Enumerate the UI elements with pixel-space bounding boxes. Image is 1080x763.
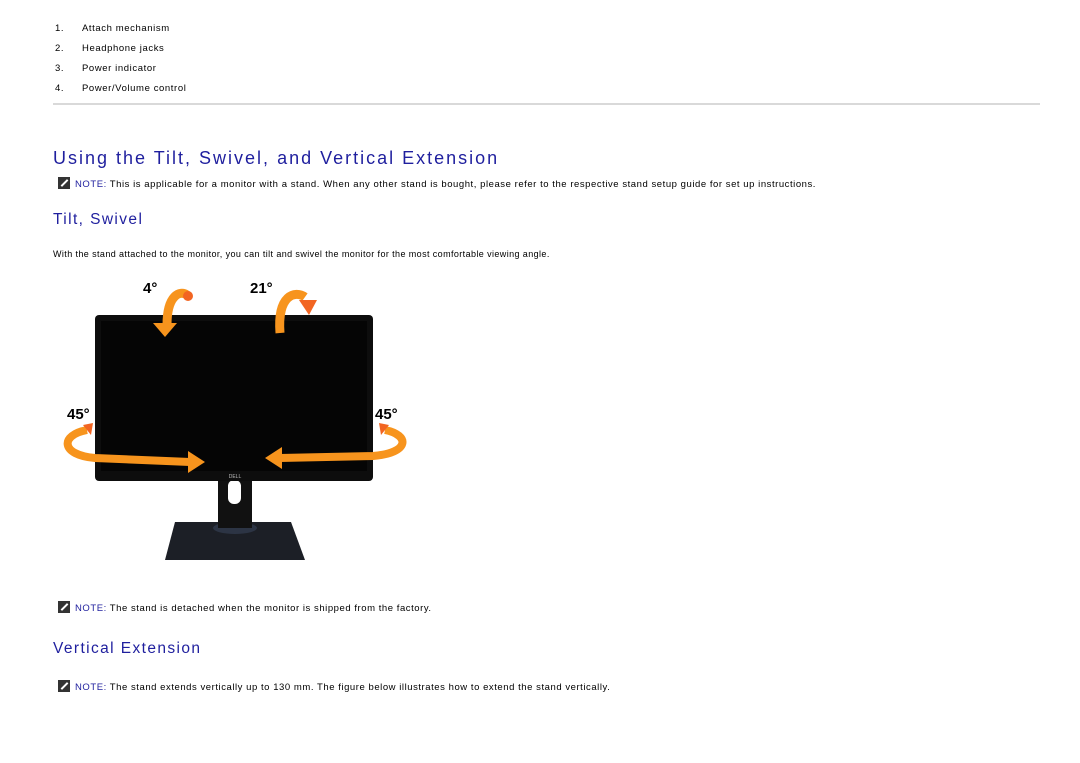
- brand-logo: DELL: [229, 474, 242, 480]
- section-title: Using the Tilt, Swivel, and Vertical Ext…: [53, 148, 500, 168]
- tilt-swivel-figure: DELL 4° 21° 45° 45°: [63, 280, 407, 560]
- cable-hole: [228, 480, 241, 504]
- note-pencil-icon: [58, 601, 70, 613]
- note-vertical-extension: NOTE: The stand extends vertically up to…: [58, 680, 610, 694]
- monitor-screen: [101, 321, 367, 471]
- swivel-left-label: 45°: [67, 406, 90, 423]
- note-pencil-icon: [58, 680, 70, 692]
- list-item: 3. Power indicator: [55, 63, 157, 74]
- parts-list: 1. Attach mechanism 2. Headphone jacks 3. P…: [55, 22, 186, 102]
- note-stand-detached: NOTE: The stand is detached when the mon…: [58, 601, 432, 615]
- tilt-swivel-heading: Tilt, Swivel: [53, 211, 144, 228]
- horizontal-divider: [53, 103, 1040, 105]
- tilt-forward-label: 4°: [143, 280, 157, 297]
- swivel-right-label: 45°: [375, 406, 398, 423]
- note-stand-applicability: NOTE: This is applicable for a monitor w…: [58, 177, 816, 191]
- tilt-back-label: 21°: [250, 280, 273, 297]
- list-item: 2. Headphone jacks: [55, 43, 165, 54]
- list-item: 4. Power/Volume control: [55, 83, 187, 94]
- tilt-swivel-intro: With the stand attached to the monitor, …: [53, 249, 550, 259]
- tilt-back-arrowhead: [299, 300, 317, 315]
- vertical-extension-heading: Vertical Extension: [53, 640, 202, 657]
- note-pencil-icon: [58, 177, 70, 189]
- list-item: 1. Attach mechanism: [55, 23, 170, 34]
